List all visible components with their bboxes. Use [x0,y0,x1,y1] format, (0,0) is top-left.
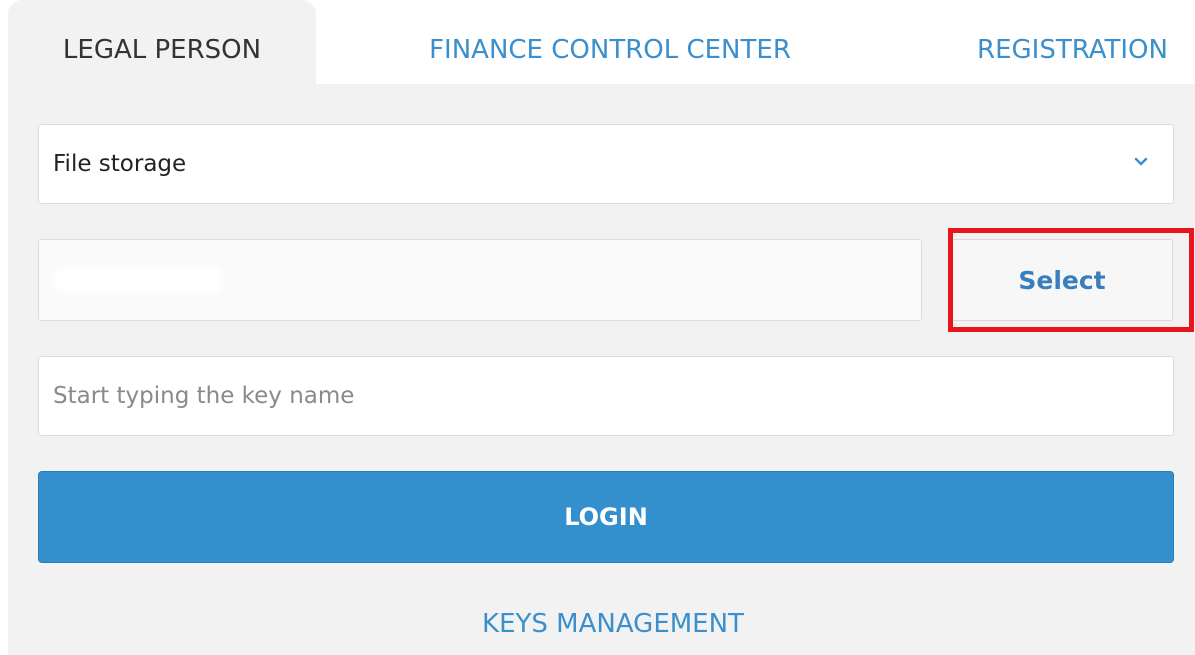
login-button[interactable]: LOGIN [38,471,1174,563]
key-file-path-field[interactable] [38,239,922,321]
redacted-file-path [53,268,223,292]
key-name-input[interactable] [38,356,1174,436]
keys-management-link[interactable]: KEYS MANAGEMENT [8,609,1195,639]
tab-bar: LEGAL PERSON FINANCE CONTROL CENTER REGI… [0,0,1195,100]
storage-type-value: File storage [53,151,187,177]
login-panel: File storage Select LOGIN KEYS MANAGEMEN… [8,84,1195,655]
select-file-button[interactable]: Select [951,239,1173,321]
chevron-down-icon [1134,157,1148,166]
storage-type-select[interactable]: File storage [38,124,1174,204]
